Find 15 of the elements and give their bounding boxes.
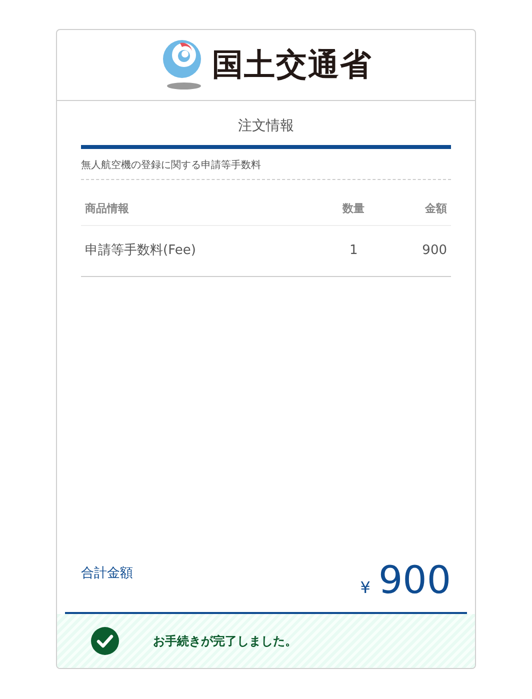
total-amount: 900 bbox=[378, 558, 451, 602]
column-header: 商品情報 bbox=[81, 192, 324, 226]
table-cell: 申請等手数料(Fee) bbox=[81, 226, 324, 276]
description: 無人航空機の登録に関する申請等手数料 bbox=[81, 149, 451, 180]
section-title: 注文情報 bbox=[237, 117, 295, 136]
total-label: 合計金額 bbox=[81, 565, 133, 582]
column-header: 金額 bbox=[384, 192, 451, 226]
column-header: 数量 bbox=[323, 192, 384, 226]
emblem-icon bbox=[160, 39, 204, 91]
logo-text: 国土交通省 bbox=[212, 46, 372, 85]
success-message: お手続きが完了しました。 bbox=[153, 632, 297, 650]
table-cell: 1 bbox=[323, 226, 384, 276]
table-cell: 900 bbox=[384, 226, 451, 276]
currency-symbol: ¥ bbox=[360, 578, 370, 597]
check-icon bbox=[91, 627, 119, 655]
